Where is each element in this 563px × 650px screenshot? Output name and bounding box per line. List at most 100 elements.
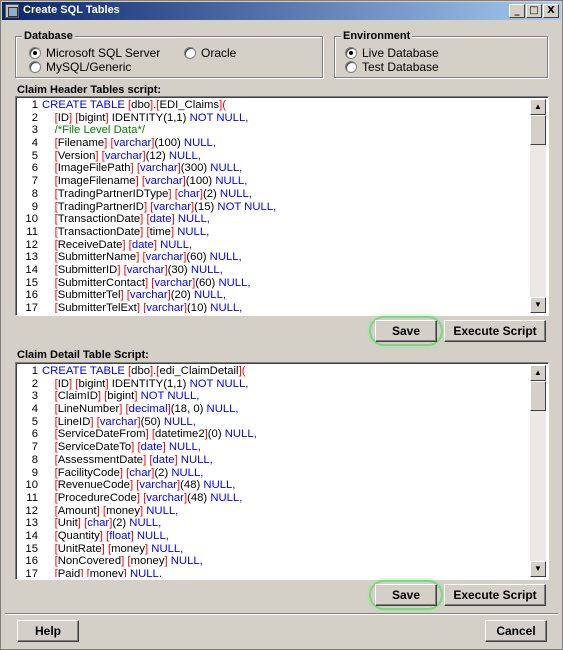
line-number: 7 <box>31 441 38 454</box>
code-token: NOT NULL, <box>189 377 249 390</box>
line-number: 1 <box>31 365 38 377</box>
line-number: 16 <box>25 555 38 568</box>
radio-unselected-icon <box>345 61 357 73</box>
radio-test-database[interactable]: Test Database <box>345 60 439 74</box>
code-token: (60) <box>195 276 219 289</box>
code-token: ID <box>57 377 70 390</box>
code-token: (50) <box>140 415 164 428</box>
code-token: (15) <box>194 200 218 213</box>
maximize-button[interactable]: □ <box>526 4 542 18</box>
header-script-editor[interactable]: 1 CREATE TABLE [dbo].[EDI_Claims](2 [ID] … <box>15 96 549 316</box>
code-line: 9 [FacilityCode] [char](2) NULL, <box>18 467 528 480</box>
detail-script-code[interactable]: 1 CREATE TABLE [dbo].[edi_ClaimDetail](2 … <box>18 365 528 577</box>
code-token: varchar <box>139 479 178 492</box>
scroll-down-icon[interactable]: ▼ <box>530 561 546 577</box>
radio-unselected-icon <box>29 61 41 73</box>
code-token: SubmitterName <box>57 251 137 264</box>
code-token: (10) <box>187 302 211 313</box>
radio-oracle[interactable]: Oracle <box>184 46 236 60</box>
code-token: NULL, <box>129 568 162 577</box>
code-line: 2 [ID] [bigint] IDENTITY(1,1) NOT NULL, <box>18 378 528 391</box>
header-save-button[interactable]: Save <box>375 320 437 342</box>
code-token: float <box>109 529 131 542</box>
code-token: IDENTITY(1,1) <box>111 377 190 390</box>
close-button[interactable]: X <box>543 4 559 18</box>
code-token: SubmitterContact <box>57 276 145 289</box>
radio-microsoft-sql-server[interactable]: Microsoft SQL Server <box>29 46 160 60</box>
code-token: (300) <box>180 162 211 175</box>
detail-script-scrollbar[interactable]: ▲ ▼ <box>530 365 546 577</box>
title-bar[interactable]: Create SQL Tables _ □ X <box>2 2 561 20</box>
code-line: 13 [SubmitterName] [varchar](60) NULL, <box>18 251 528 264</box>
app-icon <box>5 4 19 18</box>
code-token: varchar <box>113 137 152 150</box>
code-token: ImageFilename <box>57 175 136 188</box>
code-token: dbo <box>131 99 151 111</box>
code-token: SubmitterTel <box>57 289 121 302</box>
code-token: Filename <box>57 137 105 150</box>
detail-script-label: Claim Detail Table Script: <box>17 349 149 361</box>
code-line: 17 [SubmitterTelExt] [varchar](10) NULL, <box>18 302 528 313</box>
code-token: varchar <box>126 263 165 276</box>
code-token: ]( <box>219 99 226 111</box>
detail-save-button[interactable]: Save <box>375 584 437 606</box>
code-token: (2) <box>202 187 220 200</box>
scroll-thumb[interactable] <box>530 381 546 411</box>
header-execute-script-button[interactable]: Execute Script <box>444 320 546 342</box>
code-token: varchar <box>139 162 178 175</box>
code-line: 14 [Quantity] [float] NULL, <box>18 530 528 543</box>
scroll-thumb[interactable] <box>530 115 546 145</box>
radio-live-database[interactable]: Live Database <box>345 46 439 60</box>
cancel-button[interactable]: Cancel <box>485 620 547 642</box>
code-line: 2 [ID] [bigint] IDENTITY(1,1) NOT NULL, <box>18 112 528 125</box>
radio-selected-icon <box>29 47 41 59</box>
code-token: NULL, <box>168 441 201 454</box>
code-line: 16 [NonCovered] [money] NULL, <box>18 555 528 568</box>
code-token: NULL, <box>219 187 252 200</box>
code-token: varchar <box>144 175 183 188</box>
radio-mysql-generic[interactable]: MySQL/Generic <box>29 60 131 74</box>
radio-label: Test Database <box>362 60 439 74</box>
header-script-scrollbar[interactable]: ▲ ▼ <box>530 99 546 313</box>
code-token: ProcedureCode <box>57 491 137 504</box>
code-token: NULL, <box>177 225 210 238</box>
header-script-code[interactable]: 1 CREATE TABLE [dbo].[EDI_Claims](2 [ID] … <box>18 99 528 313</box>
minimize-button[interactable]: _ <box>509 4 525 18</box>
code-token: SubmitterTelExt <box>57 302 137 313</box>
code-token: varchar <box>146 302 184 313</box>
code-token: RevenueCode <box>57 479 130 492</box>
code-token: varchar <box>153 200 192 213</box>
code-token: CREATE TABLE <box>42 365 129 377</box>
line-number: 7 <box>31 175 38 188</box>
code-token: (48) <box>187 491 211 504</box>
scroll-up-icon[interactable]: ▲ <box>530 365 546 381</box>
code-token: NULL, <box>171 466 204 479</box>
code-token: (100) <box>154 137 184 150</box>
code-token: NULL, <box>168 149 201 162</box>
code-token: TransactionDate <box>57 225 141 238</box>
code-token: NULL, <box>136 529 169 542</box>
code-line: 3 [ClaimID] [bigint] NOT NULL, <box>18 390 528 403</box>
detail-script-editor[interactable]: 1 CREATE TABLE [dbo].[edi_ClaimDetail](2 … <box>15 362 549 580</box>
code-token: UnitRate <box>57 542 102 555</box>
code-token: date <box>152 453 175 466</box>
code-line: 5 [Version] [varchar](12) NULL, <box>18 150 528 163</box>
code-token: decimal <box>128 403 168 416</box>
scroll-up-icon[interactable]: ▲ <box>530 99 546 115</box>
help-button[interactable]: Help <box>17 620 79 642</box>
scroll-down-icon[interactable]: ▼ <box>530 297 546 313</box>
code-token: money <box>130 555 165 568</box>
code-line: 1 CREATE TABLE [dbo].[EDI_Claims]( <box>18 99 528 112</box>
detail-execute-script-button[interactable]: Execute Script <box>444 584 546 606</box>
line-number: 15 <box>25 542 38 555</box>
radio-label: Oracle <box>201 46 237 60</box>
code-token: edi_ClaimDetail <box>159 365 239 377</box>
